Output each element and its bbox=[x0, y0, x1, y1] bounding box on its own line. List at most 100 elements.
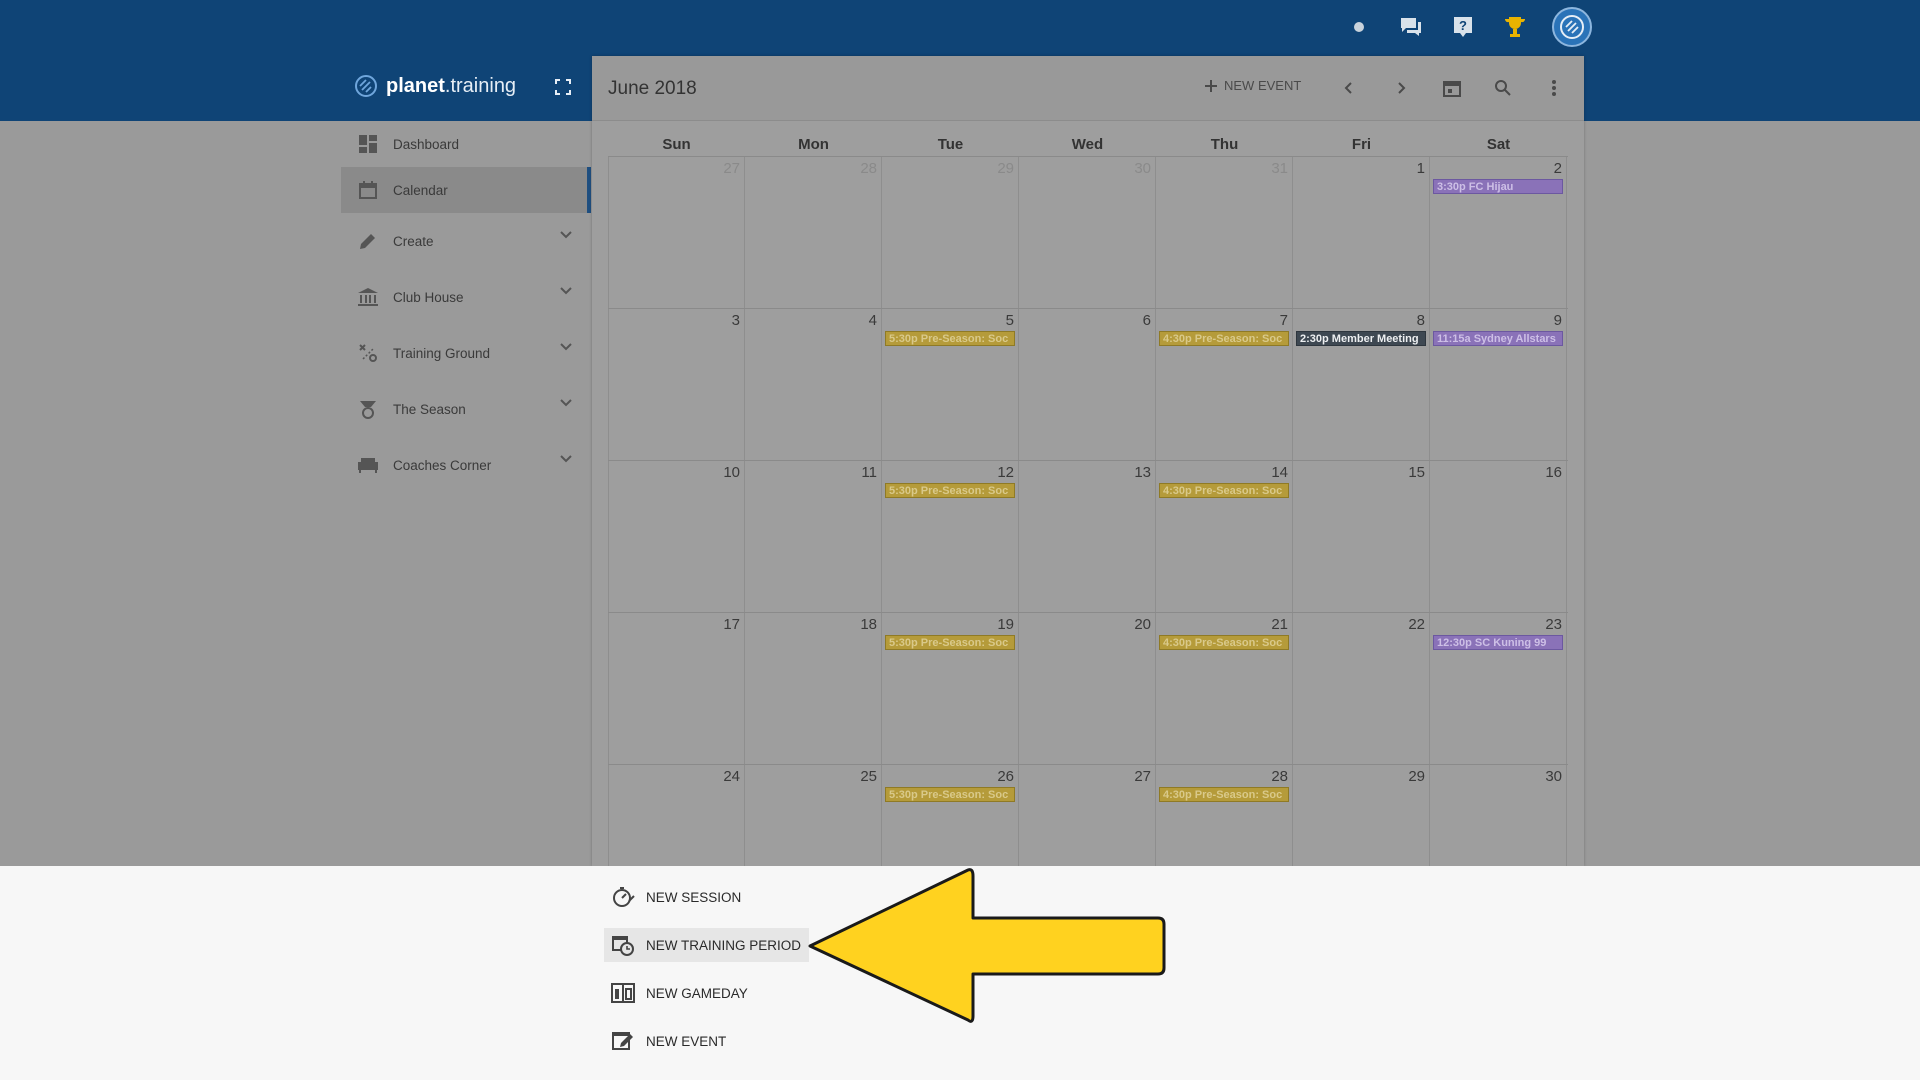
help-icon[interactable]: ? bbox=[1448, 12, 1478, 42]
building-icon bbox=[357, 286, 379, 308]
chevron-down-icon[interactable] bbox=[559, 227, 573, 244]
calendar-event[interactable]: 5:30p Pre-Season: Soc bbox=[885, 787, 1015, 802]
menu-item-label: NEW SESSION bbox=[646, 889, 742, 905]
search-icon[interactable] bbox=[1491, 76, 1515, 100]
day-cell[interactable]: 16 bbox=[1430, 461, 1567, 612]
week-row: 17 18 19 5:30p Pre-Season: Soc 20 21 4:30p Pre… bbox=[608, 613, 1568, 765]
day-cell[interactable]: 30 bbox=[1019, 157, 1156, 308]
day-cell[interactable]: 4 bbox=[745, 309, 882, 460]
day-cell[interactable]: 28 bbox=[745, 157, 882, 308]
day-cell[interactable]: 20 bbox=[1019, 613, 1156, 764]
day-cell[interactable]: 3 bbox=[608, 309, 745, 460]
day-cell[interactable]: 19 5:30p Pre-Season: Soc bbox=[882, 613, 1019, 764]
day-cell[interactable]: 2 3:30p FC Hijau bbox=[1430, 157, 1567, 308]
menu-item-label: NEW TRAINING PERIOD bbox=[646, 937, 802, 953]
day-number: 20 bbox=[1134, 616, 1151, 633]
day-cell[interactable]: 6 bbox=[1019, 309, 1156, 460]
day-number: 14 bbox=[1271, 464, 1288, 481]
day-number: 19 bbox=[997, 616, 1014, 633]
dow-label: Wed bbox=[1071, 136, 1104, 153]
day-number: 31 bbox=[1271, 160, 1288, 177]
calendar-event[interactable]: 4:30p Pre-Season: Soc bbox=[1159, 331, 1289, 346]
calendar-event[interactable]: 4:30p Pre-Season: Soc bbox=[1159, 787, 1289, 802]
day-number: 29 bbox=[1408, 768, 1425, 785]
chevron-right-icon[interactable] bbox=[1389, 76, 1413, 100]
day-number: 28 bbox=[1271, 768, 1288, 785]
day-cell[interactable]: 12 5:30p Pre-Season: Soc bbox=[882, 461, 1019, 612]
chat-icon[interactable] bbox=[1396, 12, 1426, 42]
app-logo[interactable]: planet.training bbox=[354, 74, 516, 98]
chevron-down-icon[interactable] bbox=[559, 339, 573, 356]
calendar-event[interactable]: 4:30p Pre-Season: Soc bbox=[1159, 483, 1289, 498]
sidebar-item-label: Create bbox=[393, 233, 434, 249]
day-cell[interactable]: 15 bbox=[1293, 461, 1430, 612]
sidebar-item-coaches-corner[interactable]: Coaches Corner bbox=[341, 437, 591, 493]
chevron-down-icon[interactable] bbox=[559, 451, 573, 468]
calendar-event[interactable]: 5:30p Pre-Season: Soc bbox=[885, 331, 1015, 346]
calendar-event[interactable]: 11:15a Sydney Allstars bbox=[1433, 331, 1563, 346]
stopwatch-icon bbox=[610, 884, 636, 910]
day-number: 25 bbox=[860, 768, 877, 785]
day-cell[interactable]: 21 4:30p Pre-Season: Soc bbox=[1156, 613, 1293, 764]
weeks-container: 27 28 29 30 31 1 2 3:30p FC Hijau 3 4 5 5:30p Pre-S… bbox=[608, 157, 1568, 917]
week-row: 10 11 12 5:30p Pre-Season: Soc 13 14 4:30p Pre… bbox=[608, 461, 1568, 613]
calendar-event[interactable]: 2:30p Member Meeting bbox=[1296, 331, 1426, 346]
sidebar-item-dashboard[interactable]: Dashboard bbox=[341, 121, 591, 167]
calendar-event[interactable]: 5:30p Pre-Season: Soc bbox=[885, 483, 1015, 498]
calendar-today-icon[interactable] bbox=[1440, 76, 1464, 100]
day-cell[interactable]: 7 4:30p Pre-Season: Soc bbox=[1156, 309, 1293, 460]
calendar-clock-icon bbox=[610, 932, 636, 958]
sidebar-item-label: The Season bbox=[393, 401, 466, 417]
day-cell[interactable]: 1 bbox=[1293, 157, 1430, 308]
status-dot-icon[interactable] bbox=[1344, 12, 1374, 42]
fullscreen-icon[interactable] bbox=[554, 78, 572, 101]
dow-label: Sun bbox=[662, 136, 691, 153]
sidebar-item-training-ground[interactable]: Training Ground bbox=[341, 325, 591, 381]
day-cell[interactable]: 22 bbox=[1293, 613, 1430, 764]
pointer-arrow-icon bbox=[808, 868, 1166, 1023]
menu-item-new-session[interactable]: NEW SESSION bbox=[604, 880, 749, 914]
day-number: 11 bbox=[861, 464, 877, 481]
day-cell[interactable]: 18 bbox=[745, 613, 882, 764]
new-event-button[interactable]: NEW EVENT bbox=[1204, 78, 1301, 93]
day-cell[interactable]: 8 2:30p Member Meeting bbox=[1293, 309, 1430, 460]
calendar-event[interactable]: 5:30p Pre-Season: Soc bbox=[885, 635, 1015, 650]
chevron-down-icon[interactable] bbox=[559, 283, 573, 300]
dow-label: Tue bbox=[937, 136, 964, 153]
day-cell[interactable]: 29 bbox=[882, 157, 1019, 308]
day-cell[interactable]: 5 5:30p Pre-Season: Soc bbox=[882, 309, 1019, 460]
day-cell[interactable]: 11 bbox=[745, 461, 882, 612]
sidebar-item-calendar[interactable]: Calendar bbox=[341, 167, 591, 213]
calendar-event[interactable]: 3:30p FC Hijau bbox=[1433, 179, 1563, 194]
sidebar-item-create[interactable]: Create bbox=[341, 213, 591, 269]
day-cell[interactable]: 23 12:30p SC Kuning 99 bbox=[1430, 613, 1567, 764]
day-cell[interactable]: 9 11:15a Sydney Allstars bbox=[1430, 309, 1567, 460]
menu-item-new-training-period[interactable]: NEW TRAINING PERIOD bbox=[604, 928, 810, 962]
day-number: 6 bbox=[1142, 312, 1151, 329]
day-cell[interactable]: 10 bbox=[608, 461, 745, 612]
week-row: 27 28 29 30 31 1 2 3:30p FC Hijau bbox=[608, 157, 1568, 309]
day-number: 24 bbox=[723, 768, 740, 785]
logo-bold-text: planet bbox=[386, 74, 445, 97]
day-cell[interactable]: 31 bbox=[1156, 157, 1293, 308]
menu-item-new-event[interactable]: NEW EVENT bbox=[604, 1024, 734, 1058]
chevron-down-icon[interactable] bbox=[559, 395, 573, 412]
couch-icon bbox=[357, 454, 379, 476]
calendar-event[interactable]: 4:30p Pre-Season: Soc bbox=[1159, 635, 1289, 650]
sidebar-item-the-season[interactable]: The Season bbox=[341, 381, 591, 437]
sidebar-item-club-house[interactable]: Club House bbox=[341, 269, 591, 325]
more-vert-icon[interactable] bbox=[1542, 76, 1566, 100]
menu-item-new-gameday[interactable]: NEW GAMEDAY bbox=[604, 976, 756, 1010]
day-cell[interactable]: 14 4:30p Pre-Season: Soc bbox=[1156, 461, 1293, 612]
day-number: 5 bbox=[1005, 312, 1014, 329]
day-cell[interactable]: 13 bbox=[1019, 461, 1156, 612]
calendar-event[interactable]: 12:30p SC Kuning 99 bbox=[1433, 635, 1563, 650]
day-cell[interactable]: 17 bbox=[608, 613, 745, 764]
pencil-icon bbox=[357, 230, 379, 252]
chevron-left-icon[interactable] bbox=[1337, 76, 1361, 100]
svg-text:?: ? bbox=[1459, 18, 1467, 33]
user-avatar[interactable] bbox=[1552, 7, 1592, 47]
day-cell[interactable]: 27 bbox=[608, 157, 745, 308]
trophy-icon[interactable] bbox=[1500, 12, 1530, 42]
day-number: 27 bbox=[1134, 768, 1151, 785]
